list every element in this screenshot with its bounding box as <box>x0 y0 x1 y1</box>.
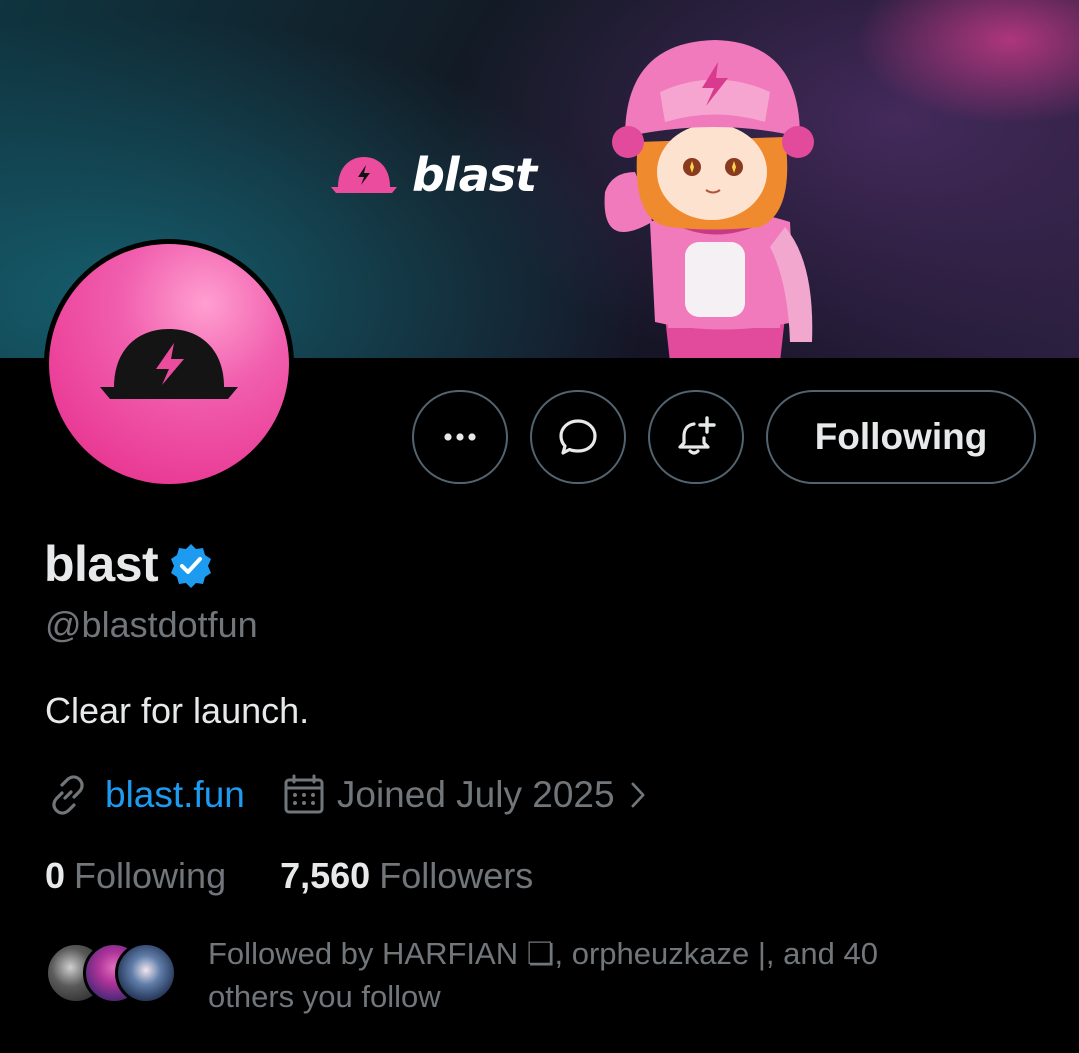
followers-stat[interactable]: 7,560 Followers <box>280 855 533 897</box>
profile-bio: Clear for launch. <box>45 690 310 731</box>
verified-badge-icon[interactable] <box>166 541 216 591</box>
following-count: 0 <box>45 855 66 896</box>
followers-count: 7,560 <box>280 855 371 896</box>
website-link[interactable]: blast.fun <box>105 774 245 816</box>
following-button[interactable]: Following <box>766 390 1036 484</box>
bell-plus-icon <box>678 416 716 455</box>
display-name: blast <box>44 536 159 592</box>
calendar-icon <box>284 774 324 814</box>
message-button[interactable] <box>530 390 626 484</box>
notifications-button[interactable] <box>648 390 744 484</box>
display-name-row: blast <box>44 535 216 593</box>
joined-text: Joined July 2025 <box>336 774 615 815</box>
chevron-right-icon <box>631 782 645 808</box>
banner-wordmark: blast <box>412 148 537 202</box>
message-icon <box>559 419 597 455</box>
followed-by-text: Followed by HARFIAN ❏, orpheuzkaze |, an… <box>208 936 878 1014</box>
helmet-logo-icon <box>100 329 238 399</box>
profile-handle: @blastdotfun <box>45 604 258 645</box>
banner-logo: blast <box>328 148 537 202</box>
mutual-avatars <box>45 932 180 1004</box>
avatar <box>115 942 177 1004</box>
avatar-image <box>49 244 289 484</box>
more-horizontal-icon <box>444 433 476 441</box>
followers-label: Followers <box>379 855 534 896</box>
following-label: Following <box>74 855 227 896</box>
profile-avatar[interactable] <box>44 239 294 489</box>
profile-meta: blast.fun Joined July 2025 <box>45 772 655 818</box>
follow-stats: 0 Following 7,560 Followers <box>45 855 533 897</box>
helmet-logo-icon <box>331 157 397 193</box>
following-stat[interactable]: 0 Following <box>45 855 226 897</box>
link-icon <box>52 775 84 815</box>
more-options-button[interactable] <box>412 390 508 484</box>
joined-date[interactable]: Joined July 2025 <box>281 772 655 818</box>
followed-by-row[interactable]: Followed by HARFIAN ❏, orpheuzkaze |, an… <box>45 932 968 1018</box>
character-illustration <box>604 40 814 358</box>
